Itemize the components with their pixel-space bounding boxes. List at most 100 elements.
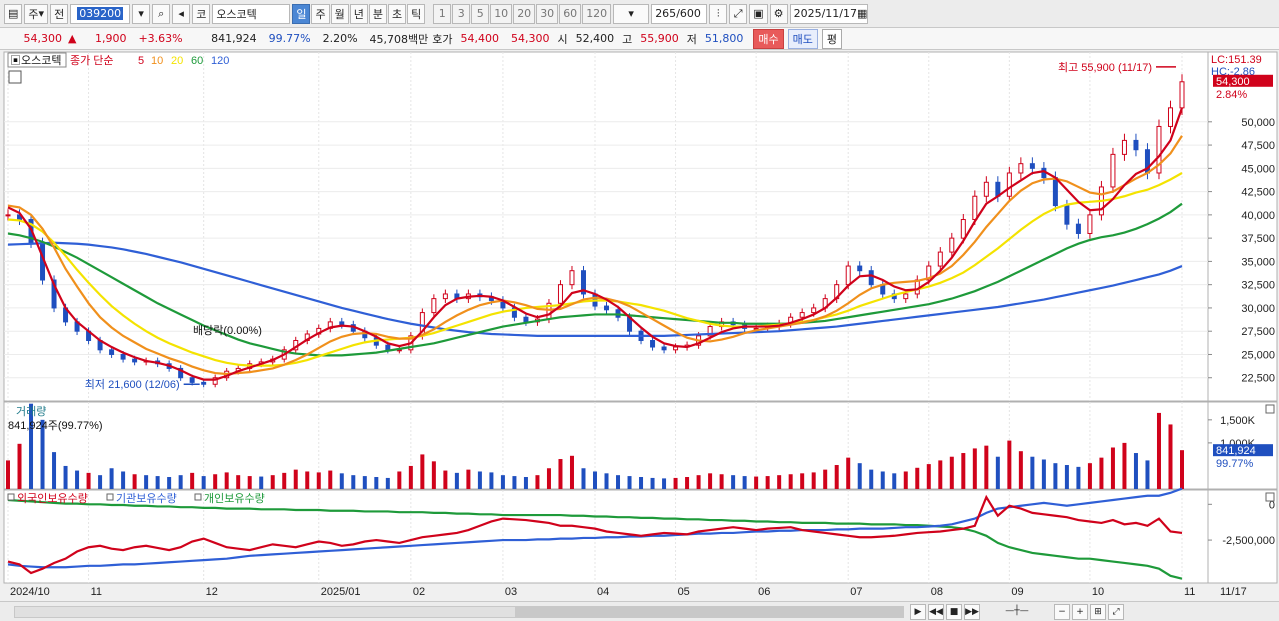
volume-bar	[385, 477, 390, 489]
volume-bar	[466, 469, 471, 489]
volume-bar	[604, 473, 609, 489]
current-price: 54,300	[23, 32, 63, 45]
volume-bar	[489, 472, 494, 489]
price-change: 1,900	[94, 32, 127, 45]
candle-body	[1179, 81, 1185, 109]
panel-close-icon-1	[1265, 492, 1275, 502]
expand-icon[interactable]: ⤢	[1108, 604, 1124, 620]
buy-button[interactable]: 매수	[753, 28, 784, 49]
period-type-select[interactable]: 주 ▾	[24, 3, 49, 24]
stock-code-value: 039200	[77, 7, 124, 20]
tab-0[interactable]: 일	[292, 3, 311, 24]
chart-settings-icon[interactable]: ▤	[4, 3, 23, 24]
forward-icon[interactable]: ▶▶	[964, 604, 980, 620]
period-num-1[interactable]: 1	[433, 3, 452, 24]
search-icon[interactable]: ⌕	[152, 3, 171, 24]
y-tick-label: 42,500	[1241, 187, 1275, 199]
candle-body	[949, 237, 955, 253]
candle-body	[1064, 205, 1070, 225]
candle-body	[811, 307, 817, 314]
zoom-in-icon[interactable]: +	[1072, 604, 1088, 620]
stock-name-field[interactable]: 오스코텍	[212, 3, 291, 24]
period-num-20[interactable]: 20	[513, 3, 536, 24]
trade-amount: 45,708백만	[369, 32, 429, 46]
volume-bar	[109, 468, 114, 489]
volume-bar	[316, 472, 321, 489]
candle-body	[132, 358, 138, 363]
volume-bar	[305, 471, 310, 489]
layout-icon[interactable]: ⊞	[1090, 604, 1106, 620]
prev-button[interactable]: 전	[50, 3, 69, 24]
sound-icon[interactable]: ◂	[172, 3, 191, 24]
stock-code-input[interactable]: 039200	[70, 3, 131, 24]
x-tick-label: 09	[1011, 586, 1023, 598]
period-num-60[interactable]: 60	[559, 3, 582, 24]
tab-6[interactable]: 틱	[407, 3, 426, 24]
market-badge: 코	[192, 3, 211, 24]
tab-3[interactable]: 년	[349, 3, 368, 24]
ask-price: 54,400	[460, 32, 500, 45]
volume-bar	[800, 473, 805, 489]
volume-bar	[75, 470, 80, 489]
volume-bar	[1168, 424, 1173, 489]
ma-label: 종가 단순	[70, 54, 114, 67]
volume-bar	[6, 460, 10, 489]
bottom-controls: ▶ ◀◀ ■ ▶▶ —┼— − + ⊞ ⤢	[910, 604, 1124, 620]
play-icon[interactable]: ▶	[910, 604, 926, 620]
volume-bar	[397, 471, 402, 489]
zoom-out-icon[interactable]: −	[1054, 604, 1070, 620]
volume-bar	[880, 471, 885, 489]
volume-bar	[98, 475, 103, 489]
volume-bar	[1087, 463, 1092, 489]
y-tick-label: 30,000	[1241, 303, 1275, 315]
tab-5[interactable]: 초	[387, 3, 407, 24]
chart-scrollbar[interactable]	[14, 606, 904, 618]
volume-bar	[1122, 442, 1127, 489]
candle-body	[120, 353, 126, 360]
x-tick-label: 06	[758, 586, 770, 598]
volume-bar	[846, 457, 851, 489]
volume-bar	[190, 472, 195, 489]
ma-period-120: 120	[211, 55, 229, 67]
candle-body	[983, 181, 989, 197]
zoom-slider[interactable]: —┼—	[982, 604, 1052, 620]
tab-1[interactable]: 주	[311, 3, 330, 24]
volume-bar	[247, 476, 252, 489]
vol-y-tick-label: 1,500K	[1220, 415, 1256, 427]
rewind-icon[interactable]: ◀◀	[928, 604, 944, 620]
price-change-pct: +3.63%	[138, 32, 183, 45]
y-tick-label: 27,500	[1241, 326, 1275, 338]
save-icon[interactable]: ▣	[749, 3, 768, 24]
volume-bar	[1064, 465, 1069, 489]
stop-icon[interactable]: ■	[946, 604, 962, 620]
gear-icon[interactable]: ⚙	[769, 3, 788, 24]
scroll-thumb[interactable]	[515, 607, 903, 617]
candle-icon[interactable]: ⫶	[709, 3, 728, 24]
volume-bar	[869, 469, 874, 489]
x-tick-label: 12	[206, 586, 218, 598]
count-field[interactable]: 265/600	[651, 3, 708, 24]
period-num-10[interactable]: 10	[490, 3, 513, 24]
draw-icon[interactable]: ⤢	[729, 3, 748, 24]
code-dropdown-icon[interactable]: ▾	[132, 3, 151, 24]
low-price: 51,800	[704, 32, 744, 45]
volume-bar	[673, 477, 678, 489]
y-tick-label: 50,000	[1241, 117, 1275, 129]
period-num-3[interactable]: 3	[452, 3, 471, 24]
date-field[interactable]: 2025/11/17 ▦	[789, 3, 868, 24]
y-tick-label: 40,000	[1241, 210, 1275, 222]
calendar-icon[interactable]: ▦	[857, 7, 867, 20]
y-tick-label: 45,000	[1241, 163, 1275, 175]
period-num-30[interactable]: 30	[536, 3, 559, 24]
sell-button[interactable]: 매도	[787, 28, 818, 49]
chart-title: ▣오스코텍	[10, 54, 61, 67]
x-tick-label: 11	[91, 586, 102, 598]
tab-4[interactable]: 분	[368, 3, 387, 24]
period-num-120[interactable]: 120	[582, 3, 612, 24]
tab-2[interactable]: 월	[330, 3, 349, 24]
average-button[interactable]: 평	[821, 28, 843, 49]
candle-body	[442, 293, 448, 300]
ma-period-10: 10	[151, 55, 163, 67]
period-dropdown[interactable]: ▾	[613, 3, 650, 24]
period-num-5[interactable]: 5	[471, 3, 490, 24]
